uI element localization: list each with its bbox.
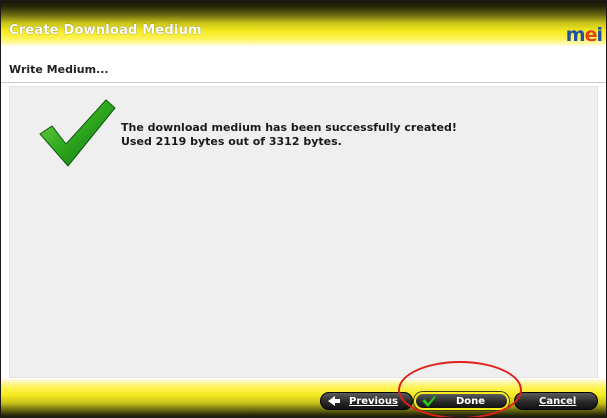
step-label: Write Medium... [9, 63, 109, 76]
message-line-1: The download medium has been successfull… [121, 121, 457, 134]
done-button[interactable]: Done [414, 392, 509, 410]
checkmark-icon [421, 394, 437, 408]
content-panel: The download medium has been successfull… [9, 86, 598, 378]
done-label: Done [456, 396, 486, 407]
step-header: Write Medium... [1, 58, 606, 83]
footer-bar: Previous Done Cancel [1, 379, 606, 417]
success-checkmark-icon [39, 99, 116, 167]
window-title: Create Download Medium [9, 23, 202, 38]
previous-label: Previous [349, 396, 398, 407]
back-arrow-icon [328, 396, 340, 406]
previous-button[interactable]: Previous [320, 392, 413, 410]
title-bar: Create Download Medium mei [1, 1, 606, 46]
wizard-window: Create Download Medium mei Write Medium.… [0, 0, 607, 418]
cancel-button[interactable]: Cancel [514, 392, 598, 410]
mei-logo: mei [565, 24, 603, 46]
message-line-2: Used 2119 bytes out of 3312 bytes. [121, 135, 342, 148]
success-message: The download medium has been successfull… [121, 121, 457, 149]
cancel-label: Cancel [539, 396, 577, 407]
